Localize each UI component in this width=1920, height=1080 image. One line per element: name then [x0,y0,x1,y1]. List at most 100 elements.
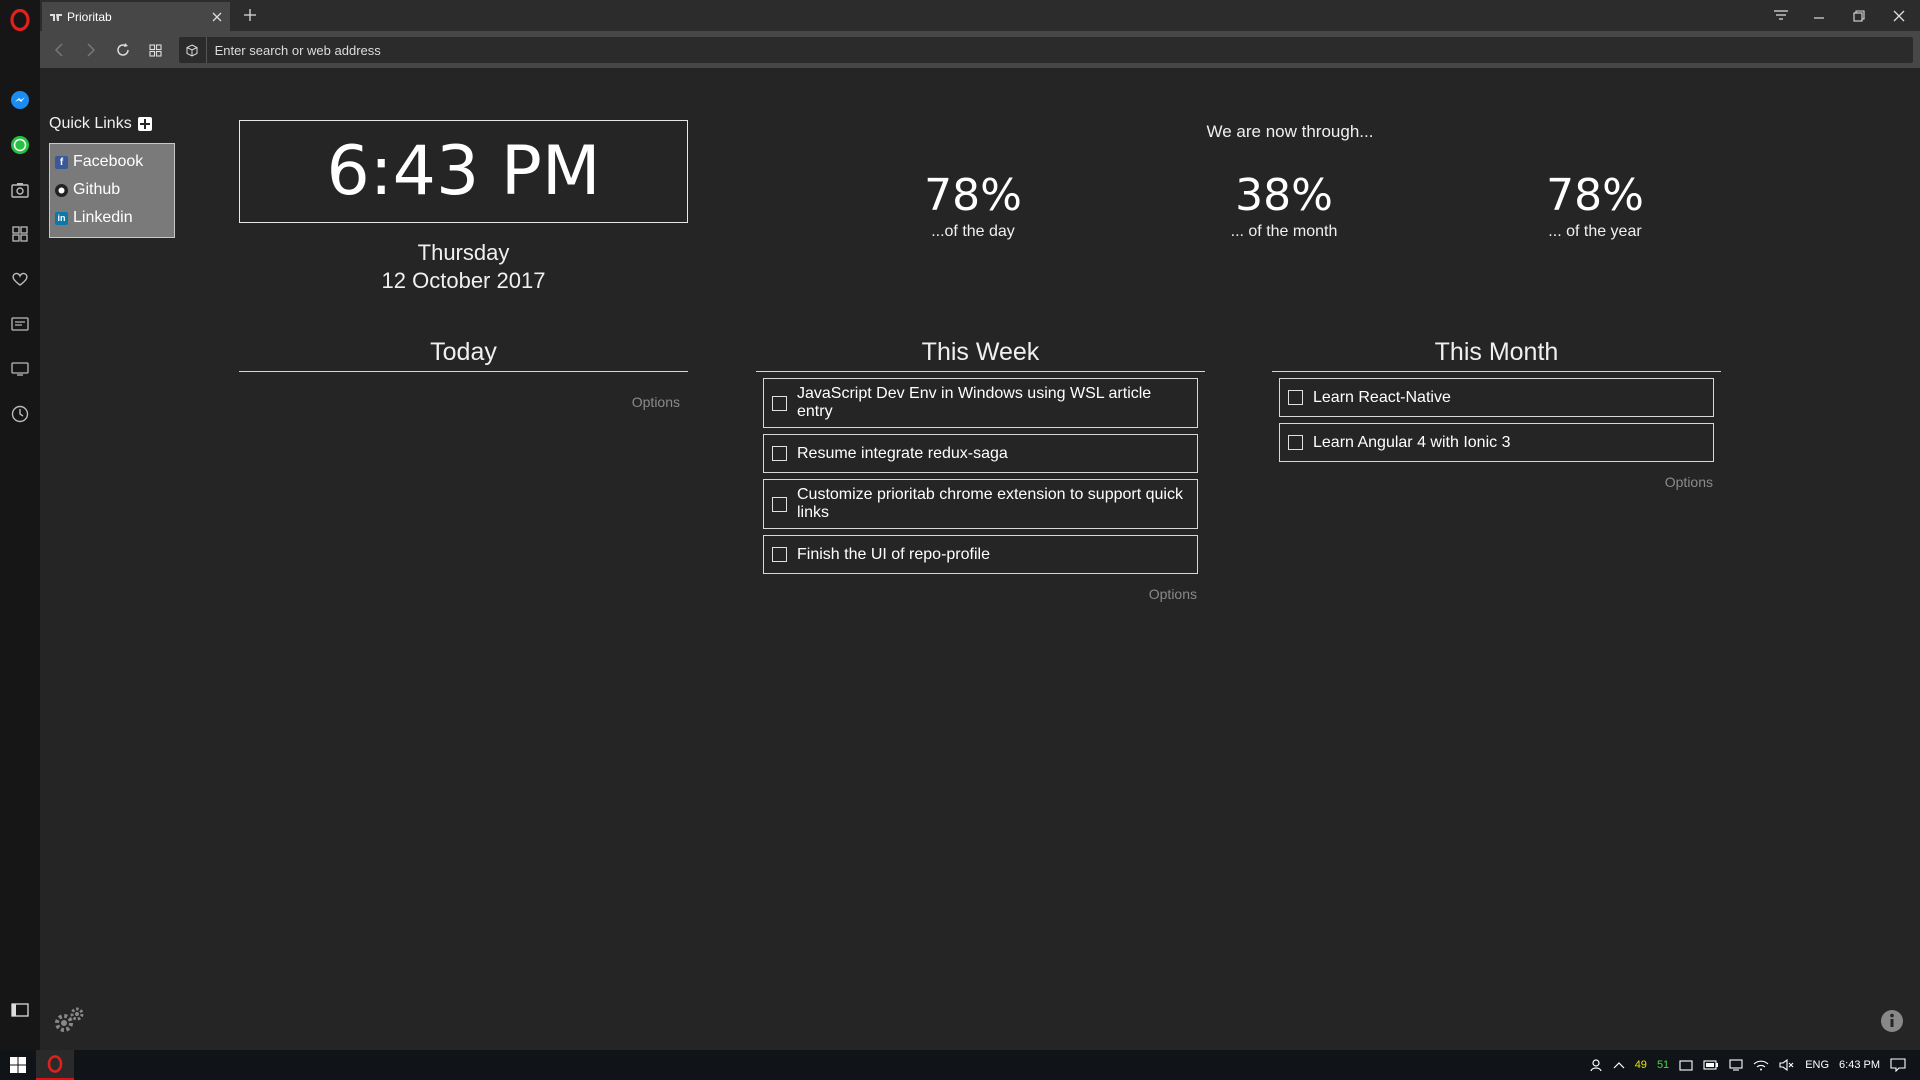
month-options-link[interactable]: Options [1272,462,1721,490]
month-column: This Month Learn React-Native Learn Angu… [1272,338,1721,490]
task-label: Finish the UI of repo-profile [797,545,990,563]
display-icon[interactable] [1729,1059,1743,1071]
task-item[interactable]: Resume integrate redux-saga [763,434,1198,473]
site-info-icon[interactable] [179,37,207,63]
address-bar[interactable] [179,37,1913,63]
tab-strip: Prioritab [40,0,1920,31]
quick-links-header: Quick Links [49,115,152,133]
tab-prioritab[interactable]: Prioritab [42,2,230,31]
task-item[interactable]: Learn React-Native [1279,378,1714,417]
today-title: Today [239,338,688,372]
quick-links-list: f Facebook Github in Linkedin [49,143,175,238]
windows-taskbar: 49 51 ENG 6:43 PM [0,1050,1920,1080]
progress-heading: We are now through... [1206,122,1374,141]
settings-gear-icon[interactable] [52,1005,86,1037]
today-column: Today Options [239,338,688,410]
prioritab-favicon-icon [49,11,63,23]
github-icon [55,183,68,197]
year-progress-label: ... of the year [1548,223,1642,240]
people-icon[interactable] [1589,1058,1603,1072]
day-progress: 78% ...of the day [863,170,1083,241]
week-column: This Week JavaScript Dev Env in Windows … [756,338,1205,602]
task-checkbox[interactable] [1288,435,1303,450]
news-icon[interactable] [0,304,40,344]
info-icon[interactable] [1880,1009,1904,1033]
tab-menu-icon[interactable] [1762,0,1800,31]
tabs-icon[interactable] [0,349,40,389]
quick-link-github[interactable]: Github [50,176,174,204]
month-progress-label: ... of the month [1230,223,1338,240]
action-center-icon[interactable] [1890,1058,1906,1072]
show-hidden-icons-icon[interactable] [1613,1061,1625,1069]
back-icon[interactable] [46,37,72,63]
task-item[interactable]: Finish the UI of repo-profile [763,535,1198,574]
opera-logo[interactable] [0,0,40,40]
messenger-icon[interactable] [0,80,40,120]
tray-app-icon[interactable] [1679,1059,1693,1071]
week-title: This Week [756,338,1205,372]
heart-icon[interactable] [0,259,40,299]
sidebar-toggle-icon[interactable] [0,990,40,1030]
camera-icon[interactable] [0,170,40,210]
today-options-link[interactable]: Options [239,372,688,410]
linkedin-icon: in [55,211,68,225]
year-progress: 78% ... of the year [1485,170,1705,241]
history-icon[interactable] [0,394,40,434]
address-input[interactable] [206,42,1913,58]
task-checkbox[interactable] [772,446,787,461]
add-quick-link-icon[interactable] [137,117,152,131]
quick-link-label: Github [73,181,121,198]
facebook-icon: f [55,155,68,169]
task-item[interactable]: JavaScript Dev Env in Windows using WSL … [763,378,1198,428]
task-label: Customize prioritab chrome extension to … [797,486,1183,521]
week-options-link[interactable]: Options [756,574,1205,602]
windows-start-icon[interactable] [0,1050,36,1080]
task-label: Learn React-Native [1313,388,1451,406]
task-label: Resume integrate redux-saga [797,444,1008,462]
taskbar-opera-icon[interactable] [36,1050,74,1080]
month-title: This Month [1272,338,1721,372]
forward-icon[interactable] [78,37,104,63]
opera-sidebar [0,0,40,1050]
task-label: Learn Angular 4 with Ionic 3 [1313,433,1511,451]
tray-counter-2: 51 [1656,1059,1670,1071]
whatsapp-icon[interactable] [0,125,40,165]
system-tray: 49 51 ENG 6:43 PM [1589,1050,1920,1080]
reload-icon[interactable] [110,37,136,63]
new-tab-button[interactable] [238,3,262,27]
battery-icon[interactable] [1703,1060,1719,1070]
day-progress-value: 78% [924,170,1022,221]
full-date: 12 October 2017 [381,268,546,293]
task-item[interactable]: Customize prioritab chrome extension to … [763,479,1198,529]
task-checkbox[interactable] [772,496,787,512]
task-item[interactable]: Learn Angular 4 with Ionic 3 [1279,423,1714,462]
tab-grid-icon[interactable] [142,37,168,63]
quick-link-label: Facebook [73,153,144,170]
speed-dial-icon[interactable] [0,214,40,254]
month-progress-value: 38% [1235,170,1333,221]
tab-title: Prioritab [67,9,112,24]
wifi-icon[interactable] [1753,1059,1769,1071]
day-progress-label: ...of the day [931,223,1015,240]
minimize-icon[interactable] [1800,0,1838,31]
clock-display: 6:43 PM [239,120,688,223]
quick-links-title: Quick Links [49,115,132,132]
input-language[interactable]: ENG [1805,1059,1829,1071]
task-checkbox[interactable] [772,547,787,562]
restore-icon[interactable] [1840,0,1878,31]
quick-link-linkedin[interactable]: in Linkedin [50,204,174,232]
taskbar-clock[interactable]: 6:43 PM [1839,1059,1880,1071]
volume-muted-icon[interactable] [1779,1059,1795,1071]
tray-counter-1: 49 [1634,1059,1647,1071]
month-progress: 38% ... of the month [1174,170,1394,241]
prioritab-page: Quick Links f Facebook Github in Linkedi… [40,68,1920,1050]
task-checkbox[interactable] [1288,390,1303,405]
close-tab-icon[interactable] [204,4,230,30]
address-toolbar [40,31,1920,68]
quick-link-facebook[interactable]: f Facebook [50,148,174,176]
task-label: JavaScript Dev Env in Windows using WSL … [797,385,1152,420]
close-window-icon[interactable] [1880,0,1918,31]
task-checkbox[interactable] [772,395,787,411]
quick-link-label: Linkedin [73,209,133,226]
year-progress-value: 78% [1546,170,1644,221]
